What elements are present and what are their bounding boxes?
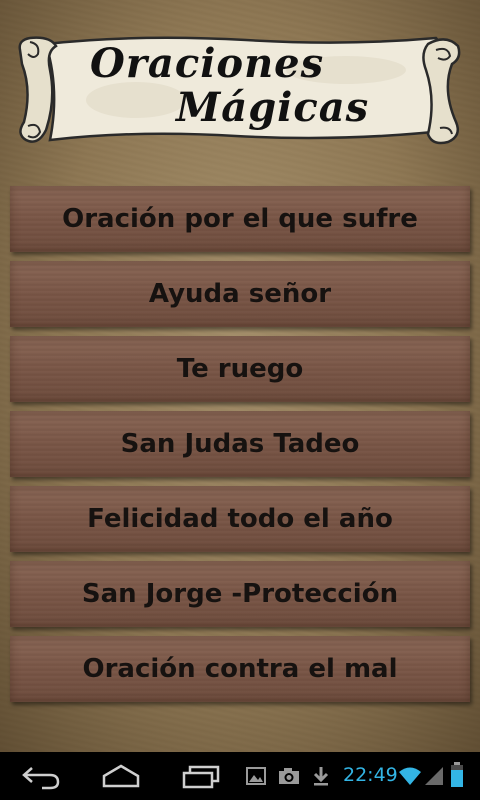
status-clock: 22:49 [343,764,398,786]
title-line-2: Mágicas [176,84,370,131]
back-icon[interactable] [20,762,62,790]
prayer-item-oracion-contra-el-mal[interactable]: Oración contra el mal [10,636,470,702]
prayer-item-san-judas-tadeo[interactable]: San Judas Tadeo [10,411,470,477]
battery-icon [451,762,463,787]
prayer-item-te-ruego[interactable]: Te ruego [10,336,470,402]
home-icon[interactable] [100,762,142,790]
title-scroll-banner: Oraciones Mágicas [16,30,464,148]
download-icon [313,767,329,786]
camera-icon [279,768,299,784]
prayer-item-ayuda-senor[interactable]: Ayuda señor [10,261,470,327]
system-bar: 22:49 [0,752,480,800]
title-line-1: Oraciones [90,40,325,87]
prayer-list: Oración por el que sufre Ayuda señor Te … [10,186,470,711]
prayer-label: San Judas Tadeo [120,429,360,459]
wifi-icon [399,767,421,785]
prayer-item-san-jorge-proteccion[interactable]: San Jorge -Protección [10,561,470,627]
prayer-label: Felicidad todo el año [87,504,393,534]
signal-icon [425,767,443,785]
prayer-label: Ayuda señor [148,279,332,309]
prayer-label: Te ruego [176,354,304,384]
gallery-icon [246,767,266,785]
recent-apps-icon[interactable] [180,762,222,790]
prayer-label: Oración por el que sufre [62,204,418,234]
prayer-item-oracion-por-el-que-sufre[interactable]: Oración por el que sufre [10,186,470,252]
app-screen: Oraciones Mágicas Oración por el que suf… [0,0,480,752]
prayer-label: San Jorge -Protección [81,579,399,609]
prayer-item-felicidad-todo-el-ano[interactable]: Felicidad todo el año [10,486,470,552]
prayer-label: Oración contra el mal [82,654,398,684]
app-title: Oraciones Mágicas [16,30,464,148]
